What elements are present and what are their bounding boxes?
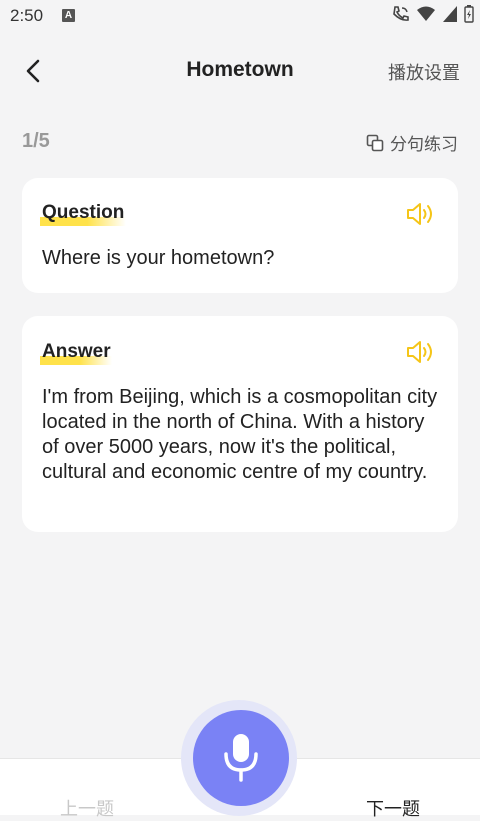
answer-label-wrap: Answer [40,341,112,365]
signal-icon [443,6,457,22]
question-card: Question Where is your hometown? [22,178,458,293]
previous-question-button[interactable]: 上一题 [60,795,114,821]
record-button[interactable] [193,710,289,806]
wifi-icon [417,6,435,21]
question-text: Where is your hometown? [42,247,275,269]
mic-button-halo [181,700,297,816]
question-label-wrap: Question [40,202,126,226]
question-label: Question [42,202,125,223]
split-practice-label: 分句练习 [390,135,458,154]
progress-row: 1/5 分句练习 [22,130,458,156]
status-icons [392,5,474,23]
playback-settings-button[interactable]: 播放设置 [388,59,460,85]
split-practice-button[interactable]: 分句练习 [366,130,458,155]
header: Hometown 播放设置 [0,40,480,100]
progress-counter: 1/5 [22,130,50,152]
answer-label: Answer [42,341,111,362]
answer-card: Answer I'm from Beijing, which is a cosm… [22,316,458,532]
speaker-icon[interactable] [406,201,436,227]
copy-icon [366,134,384,151]
status-bar: 2:50 A [0,0,480,34]
a-icon: A [62,9,75,22]
answer-text: I'm from Beijing, which is a cosmopolita… [42,386,438,483]
status-time: 2:50 [10,6,44,25]
next-question-button[interactable]: 下一题 [366,795,420,821]
wifi-calling-icon [393,6,409,21]
speaker-icon[interactable] [406,339,436,365]
battery-icon [464,5,474,23]
microphone-icon [224,734,258,782]
